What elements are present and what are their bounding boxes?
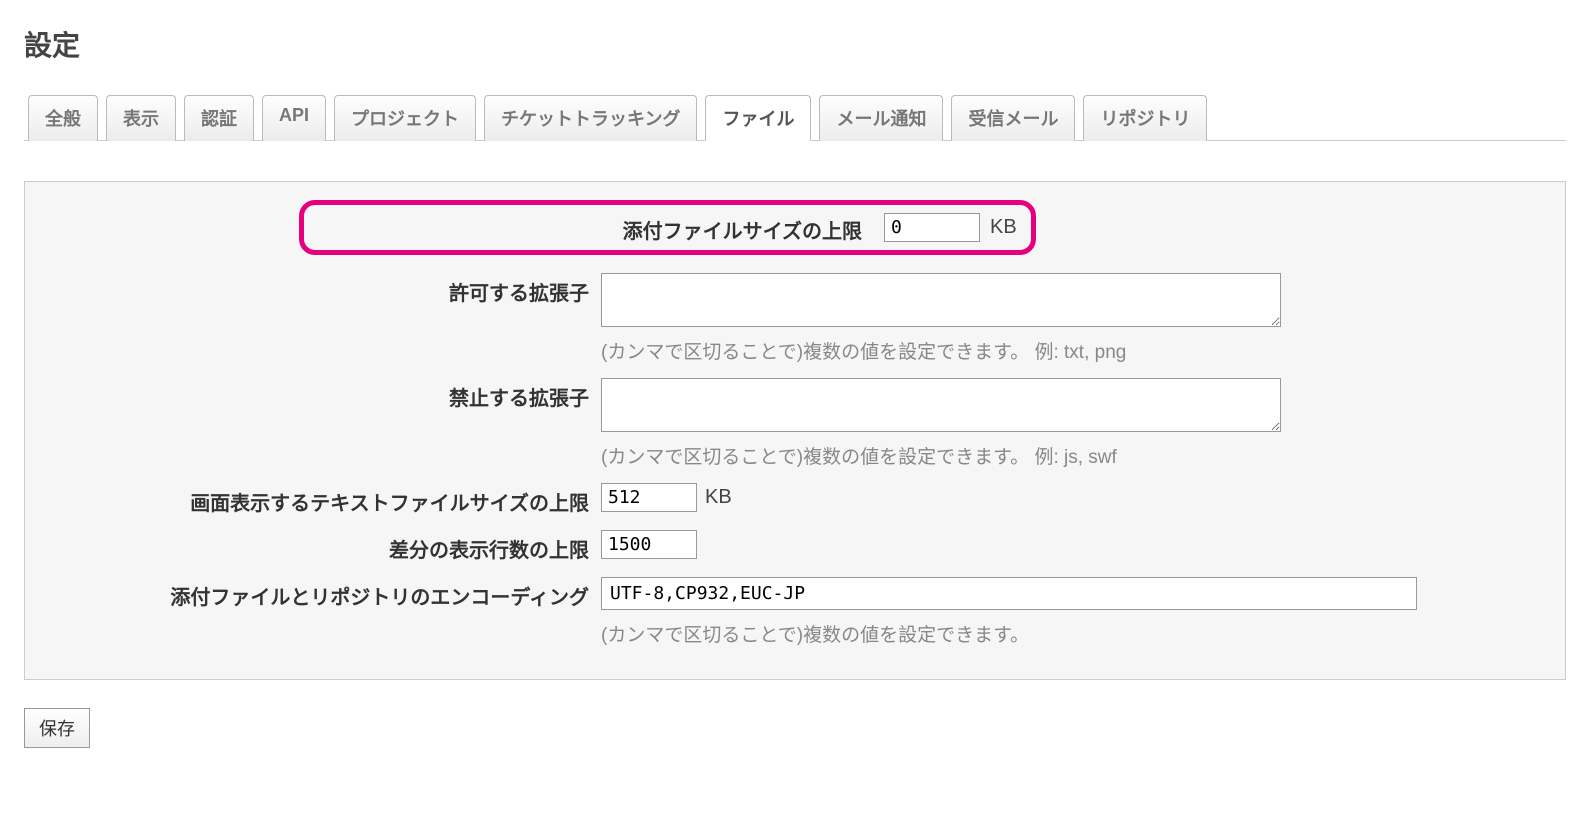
denied-ext-input[interactable]	[601, 378, 1281, 432]
save-button[interactable]: 保存	[24, 708, 90, 748]
allowed-ext-input[interactable]	[601, 273, 1281, 327]
tab-api[interactable]: API	[262, 95, 326, 141]
max-diff-input[interactable]	[601, 530, 697, 559]
settings-form: 添付ファイルサイズの上限 KB 許可する拡張子 (カンマで区切ることで)複数の値…	[24, 181, 1566, 680]
denied-ext-hint: (カンマで区切ることで)複数の値を設定できます。 例: js, swf	[601, 442, 1549, 469]
max-inline-input[interactable]	[601, 483, 697, 512]
encodings-hint: (カンマで区切ることで)複数の値を設定できます。	[601, 620, 1549, 647]
max-diff-label: 差分の表示行数の上限	[41, 530, 601, 563]
page-title: 設定	[24, 24, 1566, 64]
tab-incoming[interactable]: 受信メール	[951, 95, 1075, 141]
tab-notifications[interactable]: メール通知	[819, 95, 943, 141]
denied-ext-label: 禁止する拡張子	[41, 378, 601, 411]
tab-issues[interactable]: チケットトラッキング	[484, 95, 697, 141]
tabs: 全般 表示 認証 API プロジェクト チケットトラッキング ファイル メール通…	[24, 94, 1566, 141]
tab-repository[interactable]: リポジトリ	[1083, 95, 1207, 141]
allowed-ext-hint: (カンマで区切ることで)複数の値を設定できます。 例: txt, png	[601, 337, 1549, 364]
tab-files[interactable]: ファイル	[705, 95, 811, 141]
encodings-label: 添付ファイルとリポジトリのエンコーディング	[41, 577, 601, 610]
max-attachment-input[interactable]	[884, 213, 980, 242]
max-inline-unit: KB	[705, 486, 732, 509]
allowed-ext-label: 許可する拡張子	[41, 273, 601, 306]
max-inline-label: 画面表示するテキストファイルサイズの上限	[41, 483, 601, 516]
max-attachment-label: 添付ファイルサイズの上限	[314, 211, 874, 244]
tab-auth[interactable]: 認証	[184, 95, 254, 141]
tab-general[interactable]: 全般	[28, 95, 98, 141]
tab-display[interactable]: 表示	[106, 95, 176, 141]
max-attachment-highlight: 添付ファイルサイズの上限 KB	[299, 200, 1036, 255]
max-attachment-unit: KB	[990, 216, 1017, 239]
encodings-input[interactable]	[601, 577, 1417, 610]
tab-projects[interactable]: プロジェクト	[334, 95, 476, 141]
